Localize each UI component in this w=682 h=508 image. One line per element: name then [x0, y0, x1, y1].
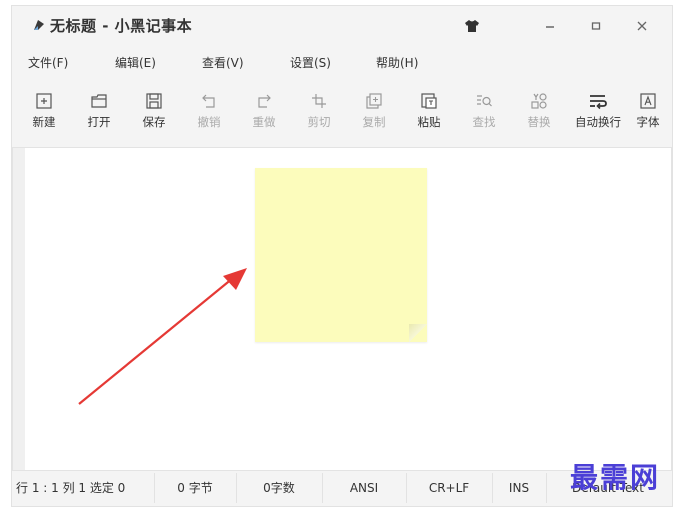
toolbar: 新建 打开 保存 撤销 重做 剪切 复制 粘贴 查找 替换 自动换行 字体 — [12, 92, 672, 140]
char-count: 0字数 — [236, 473, 323, 503]
save-button[interactable]: 保存 — [132, 92, 176, 130]
undo-label: 撤销 — [197, 115, 221, 129]
folder-open-icon — [91, 94, 107, 108]
line-gutter — [13, 148, 25, 470]
undo-button[interactable]: 撤销 — [187, 92, 231, 130]
replace-button[interactable]: 替换 — [517, 92, 561, 130]
cut-button[interactable]: 剪切 — [297, 92, 341, 130]
insert-mode-status: INS — [492, 473, 547, 503]
find-icon — [477, 95, 492, 107]
sticky-note — [255, 168, 427, 342]
copy-icon — [366, 93, 382, 109]
menu-edit[interactable]: 编辑(E) — [115, 54, 156, 71]
menu-file[interactable]: 文件(F) — [28, 54, 68, 71]
copy-button[interactable]: 复制 — [352, 92, 396, 130]
annotation-arrow — [78, 268, 247, 405]
replace-icon — [531, 93, 547, 109]
encoding-status[interactable]: ANSI — [322, 473, 407, 503]
watermark-text: 最需网 — [570, 461, 661, 494]
cut-icon — [312, 94, 326, 108]
skin-shirt-icon[interactable] — [462, 16, 482, 36]
new-label: 新建 — [32, 115, 56, 129]
menu-bar: 文件(F) 编辑(E) 查看(V) 设置(S) 帮助(H) — [12, 54, 672, 76]
title-bar: 无标题 - 小黑记事本 — [12, 6, 672, 44]
cursor-position: 行 1 : 1 列 1 选定 0 — [12, 473, 155, 503]
find-label: 查找 — [472, 115, 496, 129]
font-label: 字体 — [636, 115, 660, 129]
word-wrap-label: 自动换行 — [575, 115, 621, 129]
paste-label: 粘贴 — [417, 115, 441, 129]
cut-label: 剪切 — [307, 115, 331, 129]
maximize-button[interactable] — [586, 16, 606, 36]
menu-view[interactable]: 查看(V) — [202, 54, 244, 71]
replace-label: 替换 — [527, 115, 551, 129]
menu-help[interactable]: 帮助(H) — [376, 54, 418, 71]
font-icon — [640, 93, 656, 109]
save-label: 保存 — [142, 115, 166, 129]
close-button[interactable] — [632, 16, 652, 36]
minimize-button[interactable] — [540, 16, 560, 36]
page-curl — [409, 324, 427, 342]
app-logo-icon — [32, 17, 46, 31]
redo-button[interactable]: 重做 — [242, 92, 286, 130]
paste-icon — [421, 93, 437, 109]
find-button[interactable]: 查找 — [462, 92, 506, 130]
copy-label: 复制 — [362, 115, 386, 129]
new-button[interactable]: 新建 — [22, 92, 66, 130]
redo-icon — [258, 94, 271, 108]
byte-count: 0 字节 — [154, 473, 237, 503]
word-wrap-icon — [590, 95, 607, 110]
font-button[interactable]: 字体 — [626, 92, 670, 130]
redo-label: 重做 — [252, 115, 276, 129]
text-editor-area[interactable] — [12, 147, 672, 471]
open-label: 打开 — [87, 115, 111, 129]
save-icon — [146, 93, 162, 109]
open-button[interactable]: 打开 — [77, 92, 121, 130]
menu-settings[interactable]: 设置(S) — [290, 54, 331, 71]
paste-button[interactable]: 粘贴 — [407, 92, 451, 130]
line-ending-status[interactable]: CR+LF — [406, 473, 493, 503]
undo-icon — [202, 94, 215, 108]
new-doc-icon — [36, 93, 52, 109]
word-wrap-button[interactable]: 自动换行 — [572, 92, 624, 130]
notepad-window: 无标题 - 小黑记事本 文件(F) 编辑(E) 查看(V) 设置(S) 帮助(H… — [12, 6, 672, 506]
window-title: 无标题 - 小黑记事本 — [50, 17, 193, 35]
